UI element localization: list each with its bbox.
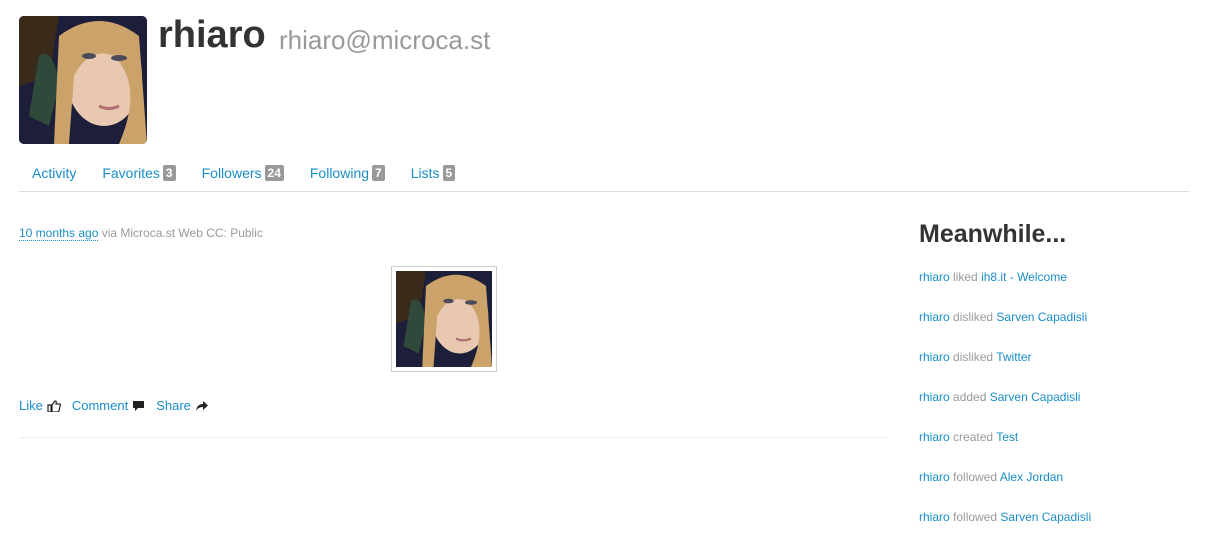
tab-favorites[interactable]: Favorites 3 [89, 158, 188, 188]
like-label: Like [19, 398, 43, 413]
profile-avatar[interactable] [19, 16, 147, 144]
activity-timestamp-link[interactable]: 10 months ago [19, 226, 99, 241]
activity-source: via Microca.st Web CC: Public [98, 226, 263, 240]
list-item: rhiaro created Test [919, 430, 1091, 470]
list-item: rhiaro followed Alex Jordan [919, 470, 1091, 510]
profile-webfinger: rhiaro@microca.st [279, 25, 491, 55]
activity-verb: created [953, 430, 994, 444]
profile-name: rhiaro [158, 14, 266, 56]
share-label: Share [156, 398, 191, 413]
actor-link[interactable]: rhiaro [919, 470, 950, 484]
thumbs-up-icon [47, 399, 61, 412]
activity-image-photo [396, 271, 492, 367]
list-item: rhiaro added Sarven Capadisli [919, 390, 1091, 430]
list-item: rhiaro liked ih8.it - Welcome [919, 270, 1091, 310]
comment-label: Comment [71, 398, 129, 413]
count-badge: 5 [442, 165, 456, 181]
activity-meta: 10 months ago via Microca.st Web CC: Pub… [19, 226, 263, 241]
tab-label: Lists [410, 165, 440, 181]
object-link[interactable]: ih8.it - Welcome [981, 270, 1067, 284]
list-item: rhiaro followed Sarven Capadisli [919, 510, 1091, 550]
activity-divider [19, 437, 888, 438]
activity-verb: followed [953, 470, 998, 484]
count-badge: 3 [162, 165, 176, 181]
comment-button[interactable]: Comment [72, 398, 145, 413]
actor-link[interactable]: rhiaro [919, 430, 950, 444]
actor-link[interactable]: rhiaro [919, 310, 950, 324]
object-link[interactable]: Sarven Capadisli [996, 310, 1087, 324]
tab-lists[interactable]: Lists 5 [398, 158, 468, 188]
count-badge: 24 [264, 165, 284, 181]
activity-verb: liked [953, 270, 978, 284]
actor-link[interactable]: rhiaro [919, 510, 950, 524]
list-item: rhiaro disliked Twitter [919, 350, 1091, 390]
activity-verb: disliked [953, 350, 994, 364]
profile-tabs: Activity Favorites 3 Followers 24 Follow… [19, 158, 1189, 192]
tab-following[interactable]: Following 7 [297, 158, 398, 188]
object-link[interactable]: Sarven Capadisli [1000, 510, 1091, 524]
activity-verb: disliked [953, 310, 994, 324]
share-button[interactable]: Share [156, 398, 209, 413]
actor-link[interactable]: rhiaro [919, 350, 950, 364]
actor-link[interactable]: rhiaro [919, 390, 950, 404]
actor-link[interactable]: rhiaro [919, 270, 950, 284]
share-arrow-icon [195, 400, 208, 411]
speech-bubble-icon [133, 400, 145, 411]
object-link[interactable]: Test [996, 430, 1018, 444]
list-item: rhiaro disliked Sarven Capadisli [919, 310, 1091, 350]
sidebar-title: Meanwhile... [919, 220, 1067, 248]
like-button[interactable]: Like [19, 398, 61, 413]
activity-actions: Like Comment Share [19, 398, 220, 413]
tab-label: Activity [32, 165, 77, 181]
object-link[interactable]: Sarven Capadisli [990, 390, 1081, 404]
object-link[interactable]: Twitter [996, 350, 1031, 364]
activity-image[interactable] [391, 266, 497, 372]
tab-label: Followers [201, 165, 262, 181]
tab-label: Favorites [102, 165, 160, 181]
meanwhile-list: rhiaro liked ih8.it - Welcome rhiaro dis… [919, 270, 1091, 550]
activity-verb: added [953, 390, 987, 404]
object-link[interactable]: Alex Jordan [1000, 470, 1063, 484]
tab-followers[interactable]: Followers 24 [189, 158, 297, 188]
count-badge: 7 [372, 165, 385, 181]
activity-verb: followed [953, 510, 998, 524]
tab-activity[interactable]: Activity [19, 158, 89, 188]
tab-label: Following [309, 165, 370, 181]
